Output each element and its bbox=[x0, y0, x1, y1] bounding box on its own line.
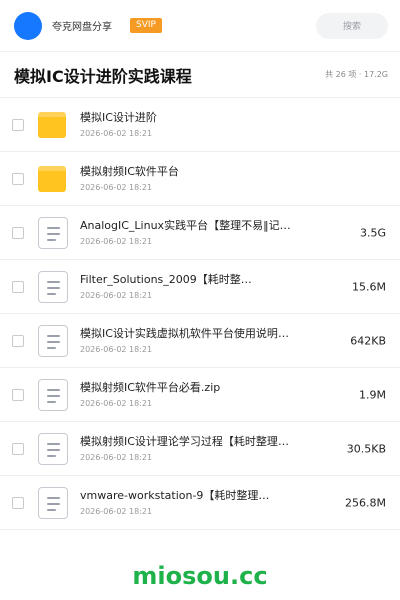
list-item[interactable]: AnalogIC_Linux实践平台【整理不易‖记… 2026-06-02 18… bbox=[0, 206, 400, 260]
select-checkbox[interactable] bbox=[12, 280, 24, 293]
search-label: 搜索 bbox=[342, 22, 361, 32]
document-icon bbox=[38, 216, 70, 249]
avatar[interactable] bbox=[14, 11, 42, 40]
file-size: 30.5KB bbox=[346, 442, 386, 455]
file-name[interactable]: Filter_Solutions_2009【耗时整… bbox=[80, 273, 252, 287]
list-item[interactable]: 模拟射频IC软件平台必看.zip 2026-06-02 18:21 1.9M bbox=[0, 368, 400, 422]
document-icon bbox=[38, 432, 70, 465]
select-checkbox[interactable] bbox=[12, 442, 24, 455]
file-date: 2026-06-02 18:21 bbox=[80, 344, 153, 354]
file-size: 1.9M bbox=[359, 388, 386, 401]
select-checkbox[interactable] bbox=[12, 118, 24, 131]
file-date: 2026-06-02 18:21 bbox=[80, 128, 153, 138]
list-item[interactable]: 模拟射频IC软件平台 2026-06-02 18:21 bbox=[0, 152, 400, 206]
document-icon bbox=[38, 378, 70, 411]
page-title: 模拟IC设计进阶实践课程 bbox=[14, 66, 192, 86]
search-button[interactable]: 搜索 bbox=[316, 12, 388, 39]
svip-badge: SVIP bbox=[130, 18, 162, 33]
folder-header: 模拟IC设计进阶实践课程 共 26 项 · 17.2G bbox=[0, 52, 400, 98]
list-item[interactable]: 模拟IC设计进阶 2026-06-02 18:21 bbox=[0, 98, 400, 152]
file-name[interactable]: AnalogIC_Linux实践平台【整理不易‖记… bbox=[80, 219, 291, 233]
share-title: 夸克网盘分享 bbox=[52, 22, 112, 33]
document-icon bbox=[38, 270, 70, 303]
file-name[interactable]: 模拟IC设计进阶 bbox=[80, 111, 157, 125]
file-date: 2026-06-02 18:21 bbox=[80, 290, 153, 300]
list-item[interactable]: 模拟射频IC设计理论学习过程【耗时整理‖不易且全免… 2026-06-02 18… bbox=[0, 422, 400, 476]
file-date: 2026-06-02 18:21 bbox=[80, 236, 153, 246]
file-size: 642KB bbox=[350, 334, 386, 347]
share-header: 夸克网盘分享 SVIP 搜索 bbox=[0, 0, 400, 52]
file-name[interactable]: 模拟射频IC软件平台必看.zip bbox=[80, 381, 220, 395]
document-icon bbox=[38, 486, 70, 519]
file-name[interactable]: 模拟IC设计实践虚拟机软件平台使用说明【更多精选‖… bbox=[80, 327, 294, 341]
watermark-text: miosou.cc bbox=[132, 562, 268, 590]
select-checkbox[interactable] bbox=[12, 226, 24, 239]
file-name[interactable]: 模拟射频IC设计理论学习过程【耗时整理‖不易且全免… bbox=[80, 435, 294, 449]
folder-icon bbox=[38, 109, 70, 141]
file-size: 3.5G bbox=[359, 226, 386, 239]
folder-icon bbox=[38, 163, 70, 195]
select-checkbox[interactable] bbox=[12, 172, 24, 185]
file-date: 2026-06-02 18:21 bbox=[80, 452, 153, 462]
document-icon bbox=[38, 324, 70, 357]
file-size: 256.8M bbox=[345, 496, 386, 509]
file-size: 15.6M bbox=[352, 280, 386, 293]
list-item[interactable]: 模拟IC设计实践虚拟机软件平台使用说明【更多精选‖… 2026-06-02 18… bbox=[0, 314, 400, 368]
select-checkbox[interactable] bbox=[12, 496, 24, 509]
select-checkbox[interactable] bbox=[12, 334, 24, 347]
file-name[interactable]: 模拟射频IC软件平台 bbox=[80, 165, 179, 179]
file-list: 模拟IC设计进阶 2026-06-02 18:21 模拟射频IC软件平台 202… bbox=[0, 98, 400, 530]
file-date: 2026-06-02 18:21 bbox=[80, 398, 153, 408]
list-item[interactable]: vmware-workstation-9【耗时整理… 2026-06-02 18… bbox=[0, 476, 400, 530]
file-name[interactable]: vmware-workstation-9【耗时整理… bbox=[80, 489, 269, 503]
folder-meta: 共 26 项 · 17.2G bbox=[325, 70, 388, 79]
file-date: 2026-06-02 18:21 bbox=[80, 506, 153, 516]
list-item[interactable]: Filter_Solutions_2009【耗时整… 2026-06-02 18… bbox=[0, 260, 400, 314]
select-checkbox[interactable] bbox=[12, 388, 24, 401]
file-date: 2026-06-02 18:21 bbox=[80, 182, 153, 192]
